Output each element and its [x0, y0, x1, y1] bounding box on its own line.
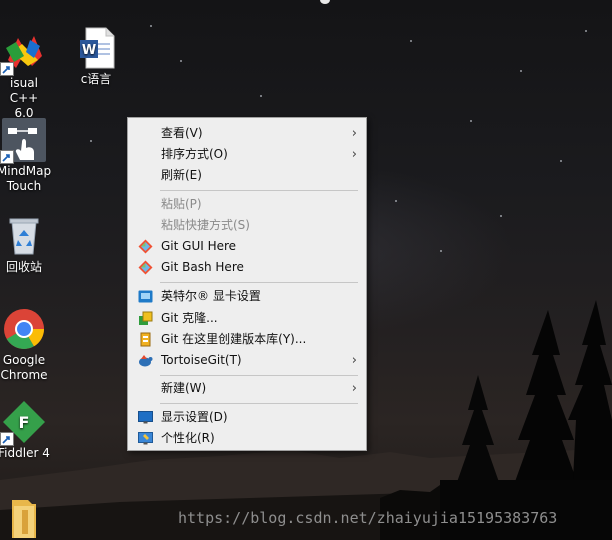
menu-item-git-bash-here[interactable]: Git Bash Here — [129, 257, 365, 278]
menu-item-display-settings[interactable]: 显示设置(D) — [129, 407, 365, 428]
personalize-icon — [138, 431, 153, 446]
menu-item-git-gui-here[interactable]: Git GUI Here — [129, 236, 365, 257]
menu-item-label: 刷新(E) — [161, 168, 202, 182]
tortoisegit-icon — [138, 353, 153, 368]
menu-item-label: 排序方式(O) — [161, 147, 228, 161]
shortcut-arrow-icon — [0, 62, 14, 76]
desktop-icon-label: Google Chrome — [0, 353, 48, 382]
desktop-icon-label: 回收站 — [5, 260, 42, 274]
chevron-right-icon: › — [351, 353, 357, 368]
desktop-icon-c-language-doc[interactable]: W c语言 — [66, 26, 126, 87]
recycle-bin-icon — [2, 214, 46, 258]
desktop-icon-label: MindMap Touch — [0, 164, 52, 193]
fiddler-icon: F — [0, 400, 46, 446]
menu-item-label: Git Bash Here — [161, 260, 244, 274]
svg-text:F: F — [19, 413, 30, 432]
menu-item-intel-graphics-settings[interactable]: 英特尔® 显卡设置 — [129, 286, 365, 307]
menu-item-label: 英特尔® 显卡设置 — [161, 289, 261, 303]
menu-separator — [160, 375, 358, 376]
intel-graphics-icon — [138, 289, 153, 304]
git-icon — [138, 260, 153, 275]
menu-item-label: TortoiseGit(T) — [161, 353, 242, 367]
desktop-icon-label: isual C++ 6.0 — [9, 76, 39, 120]
tortoisegit-clone-icon — [138, 311, 153, 326]
menu-item-label: 粘贴快捷方式(S) — [161, 218, 250, 232]
desktop-icon-google-chrome[interactable]: Google Chrome — [0, 307, 54, 383]
menu-separator — [160, 403, 358, 404]
git-icon — [138, 239, 153, 254]
display-settings-icon — [138, 410, 153, 425]
menu-item-label: 粘贴(P) — [161, 197, 202, 211]
visual-cpp-icon — [0, 30, 46, 76]
desktop-icon-recycle-bin[interactable]: 回收站 — [0, 214, 54, 275]
menu-item-new[interactable]: 新建(W) › — [129, 378, 365, 399]
menu-item-label: 显示设置(D) — [161, 410, 228, 424]
chevron-right-icon: › — [351, 126, 357, 141]
menu-item-label: Git 克隆... — [161, 311, 218, 325]
desktop-icon-mindmap-touch[interactable]: MindMap Touch — [0, 118, 54, 194]
menu-item-view[interactable]: 查看(V) › — [129, 123, 365, 144]
menu-item-label: Git 在这里创建版本库(Y)... — [161, 332, 307, 346]
word-document-icon: W — [74, 26, 118, 70]
watermark-url: https://blog.csdn.net/zhaiyujia151953837… — [178, 509, 558, 527]
folder-icon — [2, 494, 46, 538]
menu-item-paste[interactable]: 粘贴(P) — [129, 194, 365, 215]
chevron-right-icon: › — [351, 147, 357, 162]
menu-separator — [160, 190, 358, 191]
menu-item-git-clone[interactable]: Git 克隆... — [129, 308, 365, 329]
mindmap-icon — [0, 118, 46, 164]
desktop-context-menu: 查看(V) › 排序方式(O) › 刷新(E) 粘贴(P) 粘贴快捷方式(S) — [127, 117, 367, 451]
menu-item-personalize[interactable]: 个性化(R) — [129, 428, 365, 449]
chrome-icon — [2, 307, 46, 351]
menu-item-paste-shortcut[interactable]: 粘贴快捷方式(S) — [129, 215, 365, 236]
tortoisegit-create-repo-icon — [138, 332, 153, 347]
desktop-icon-folder[interactable] — [0, 494, 54, 540]
menu-item-label: 查看(V) — [161, 126, 203, 140]
menu-item-label: 个性化(R) — [161, 431, 215, 445]
shortcut-arrow-icon — [0, 432, 14, 446]
svg-text:W: W — [82, 43, 96, 58]
shortcut-arrow-icon — [0, 150, 14, 164]
desktop-icon-visual-cpp[interactable]: isual C++ 6.0 — [0, 30, 54, 121]
menu-item-refresh[interactable]: 刷新(E) — [129, 165, 365, 186]
desktop-icon-label: c语言 — [80, 72, 112, 86]
menu-item-tortoisegit[interactable]: TortoiseGit(T) › — [129, 350, 365, 371]
chevron-right-icon: › — [351, 381, 357, 396]
menu-item-label: Git GUI Here — [161, 239, 237, 253]
menu-separator — [160, 282, 358, 283]
menu-item-git-create-repo[interactable]: Git 在这里创建版本库(Y)... — [129, 329, 365, 350]
desktop[interactable]: isual C++ 6.0 W c语言 MindMap Touch 回收站 Go… — [0, 0, 612, 540]
desktop-icon-label: Fiddler 4 — [0, 446, 50, 460]
menu-item-sort-by[interactable]: 排序方式(O) › — [129, 144, 365, 165]
menu-item-label: 新建(W) — [161, 381, 207, 395]
desktop-icon-fiddler[interactable]: F Fiddler 4 — [0, 400, 54, 461]
